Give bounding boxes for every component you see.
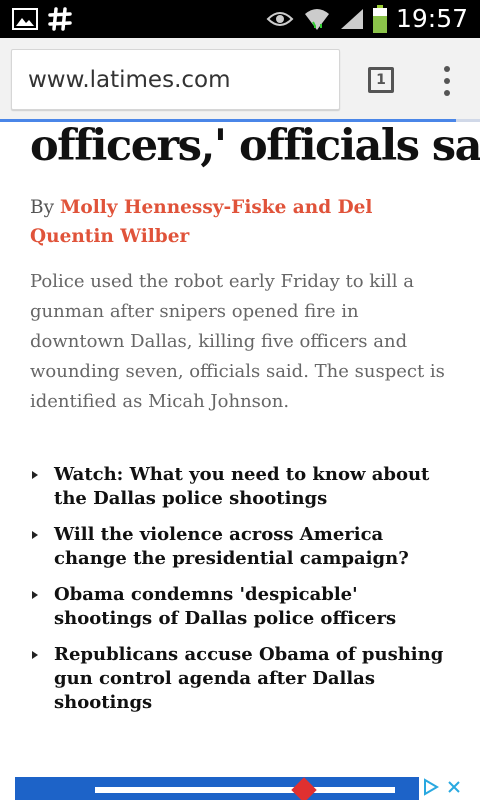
ad-controls [419,777,465,800]
adchoices-icon[interactable] [423,777,439,800]
url-text[interactable]: www.latimes.com [28,50,231,111]
bullet-icon [32,591,38,599]
related-link[interactable]: Obama condemns 'despicable' shootings of… [30,583,450,631]
byline: By Molly Hennessy-Fiske and Del Quentin … [30,193,460,251]
image-icon [12,0,38,38]
status-bar: 19:57 [0,0,480,38]
bullet-icon [32,471,38,479]
clock: 19:57 [395,4,468,33]
url-bar[interactable]: www.latimes.com [11,49,340,110]
slack-icon [46,0,74,38]
ad-graphic [95,787,395,793]
related-link-label[interactable]: Republicans accuse Obama of pushing gun … [54,644,443,713]
ad-banner[interactable] [15,777,465,800]
tab-switcher-button[interactable]: 1 [368,67,394,93]
battery-icon [370,0,390,38]
related-link[interactable]: Watch: What you need to know about the D… [30,463,450,511]
related-link[interactable]: Will the violence across America change … [30,523,450,571]
author-links[interactable]: Molly Hennessy-Fiske and Del Quentin Wil… [30,197,372,247]
related-link-label[interactable]: Obama condemns 'despicable' shootings of… [54,584,396,629]
close-icon[interactable] [447,779,461,798]
related-link[interactable]: Republicans accuse Obama of pushing gun … [30,643,450,715]
bullet-icon [32,531,38,539]
overflow-menu-icon[interactable] [437,66,457,96]
related-link-label[interactable]: Watch: What you need to know about the D… [54,464,429,509]
article-headline: officers,' officials say [30,121,480,171]
related-link-label[interactable]: Will the violence across America change … [54,524,409,569]
ad-graphic-accent [291,777,317,800]
wifi-icon [302,0,332,38]
related-links-list: Watch: What you need to know about the D… [30,463,450,727]
article-summary: Police used the robot early Friday to ki… [30,271,445,412]
signal-icon [338,0,366,38]
browser-toolbar: www.latimes.com 1 [0,38,480,121]
byline-prefix: By [30,197,60,218]
bullet-icon [32,651,38,659]
eye-icon [266,0,294,38]
